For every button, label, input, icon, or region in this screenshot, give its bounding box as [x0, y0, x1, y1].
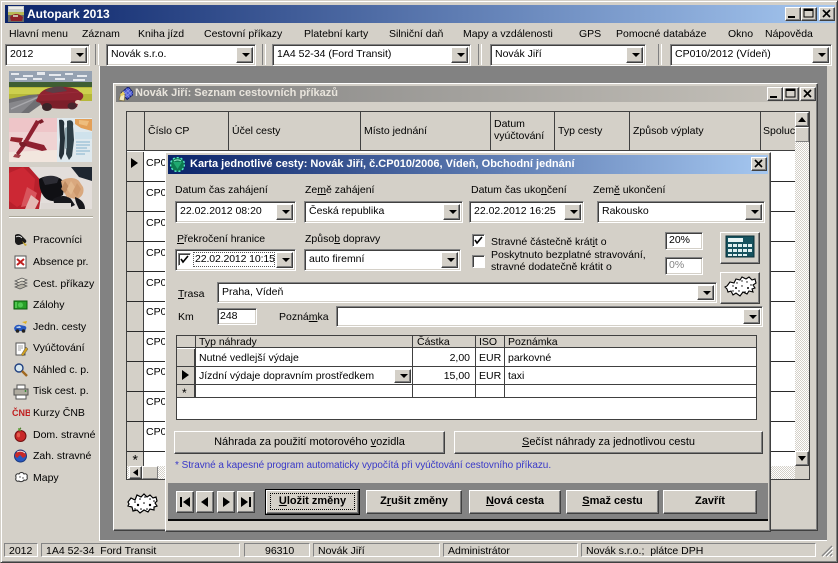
svg-text:ČNB: ČNB	[12, 407, 30, 418]
